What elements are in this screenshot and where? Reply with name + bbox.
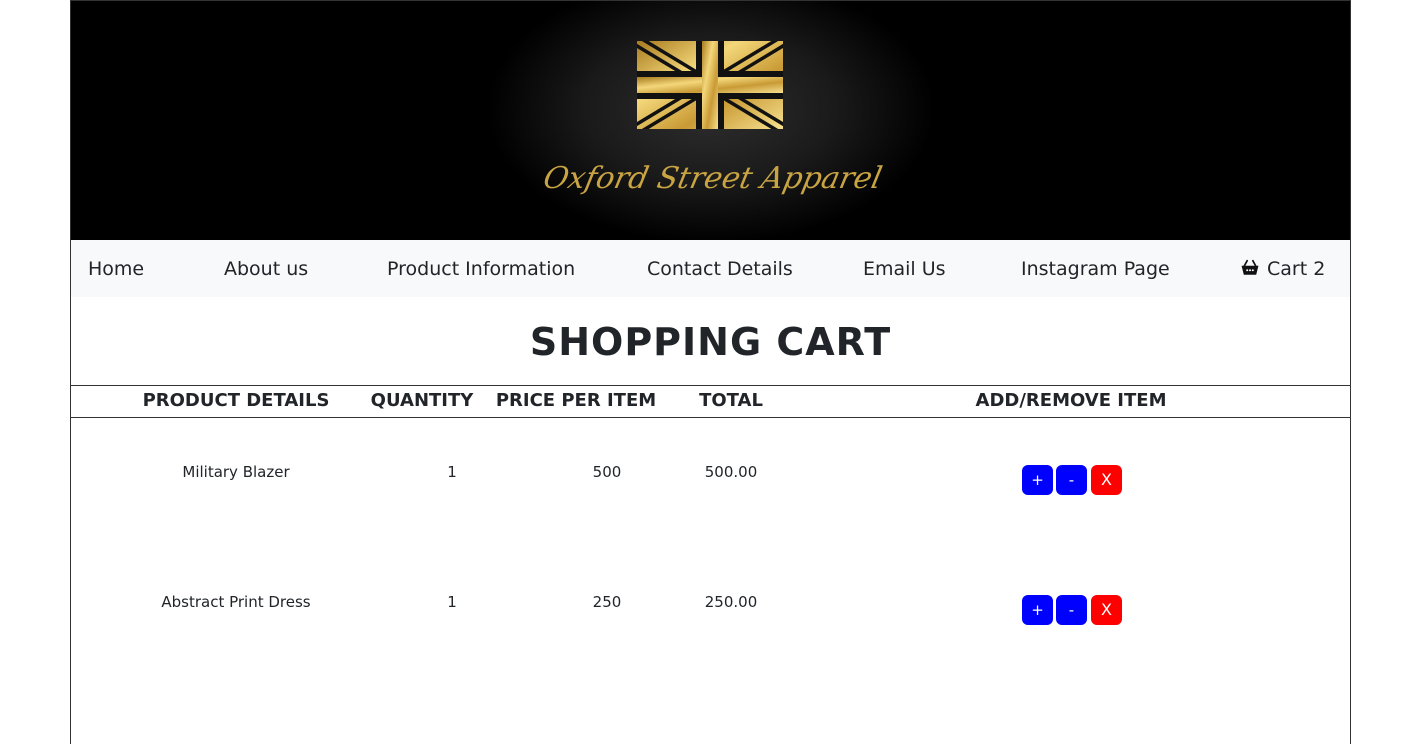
- increase-quantity-button[interactable]: +: [1022, 465, 1053, 495]
- header-banner: Oxford Street Apparel: [71, 0, 1350, 240]
- increase-quantity-button[interactable]: +: [1022, 595, 1053, 625]
- header-product-details: PRODUCT DETAILS: [142, 390, 330, 411]
- shopping-basket-icon: [1241, 259, 1259, 275]
- table-header: PRODUCT DETAILS QUANTITY PRICE PER ITEM …: [71, 385, 1350, 418]
- nav-contact-details[interactable]: Contact Details: [647, 258, 793, 280]
- remove-item-button[interactable]: X: [1091, 595, 1122, 625]
- product-quantity: 1: [447, 593, 457, 611]
- product-name: Military Blazer: [182, 463, 290, 481]
- table-row: Military Blazer 1 500 500.00 + - X: [71, 462, 1350, 522]
- product-total: 500.00: [704, 463, 758, 481]
- header-total: TOTAL: [699, 390, 763, 411]
- nav-product-information[interactable]: Product Information: [387, 258, 575, 280]
- product-total: 250.00: [704, 593, 758, 611]
- nav-about-us[interactable]: About us: [224, 258, 308, 280]
- nav-cart[interactable]: Cart 2: [1241, 258, 1325, 280]
- decrease-quantity-button[interactable]: -: [1056, 595, 1087, 625]
- product-price: 500: [592, 463, 622, 481]
- header-add-remove-item: ADD/REMOVE ITEM: [975, 390, 1167, 411]
- header-price-per-item: PRICE PER ITEM: [495, 390, 657, 411]
- nav-home[interactable]: Home: [88, 258, 144, 280]
- page-container: Oxford Street Apparel Home About us Prod…: [70, 0, 1351, 744]
- product-quantity: 1: [447, 463, 457, 481]
- product-price: 250: [592, 593, 622, 611]
- main-navbar: Home About us Product Information Contac…: [71, 240, 1350, 297]
- union-jack-flag-icon: [637, 41, 783, 129]
- header-quantity: QUANTITY: [370, 390, 474, 411]
- decrease-quantity-button[interactable]: -: [1056, 465, 1087, 495]
- nav-instagram-page[interactable]: Instagram Page: [1021, 258, 1170, 280]
- nav-email-us[interactable]: Email Us: [863, 258, 946, 280]
- remove-item-button[interactable]: X: [1091, 465, 1122, 495]
- page-title: SHOPPING CART: [529, 320, 892, 364]
- cart-count-label: Cart 2: [1267, 258, 1326, 280]
- table-row: Abstract Print Dress 1 250 250.00 + - X: [71, 592, 1350, 652]
- brand-logo-text: Oxford Street Apparel: [540, 161, 886, 196]
- product-name: Abstract Print Dress: [161, 593, 311, 611]
